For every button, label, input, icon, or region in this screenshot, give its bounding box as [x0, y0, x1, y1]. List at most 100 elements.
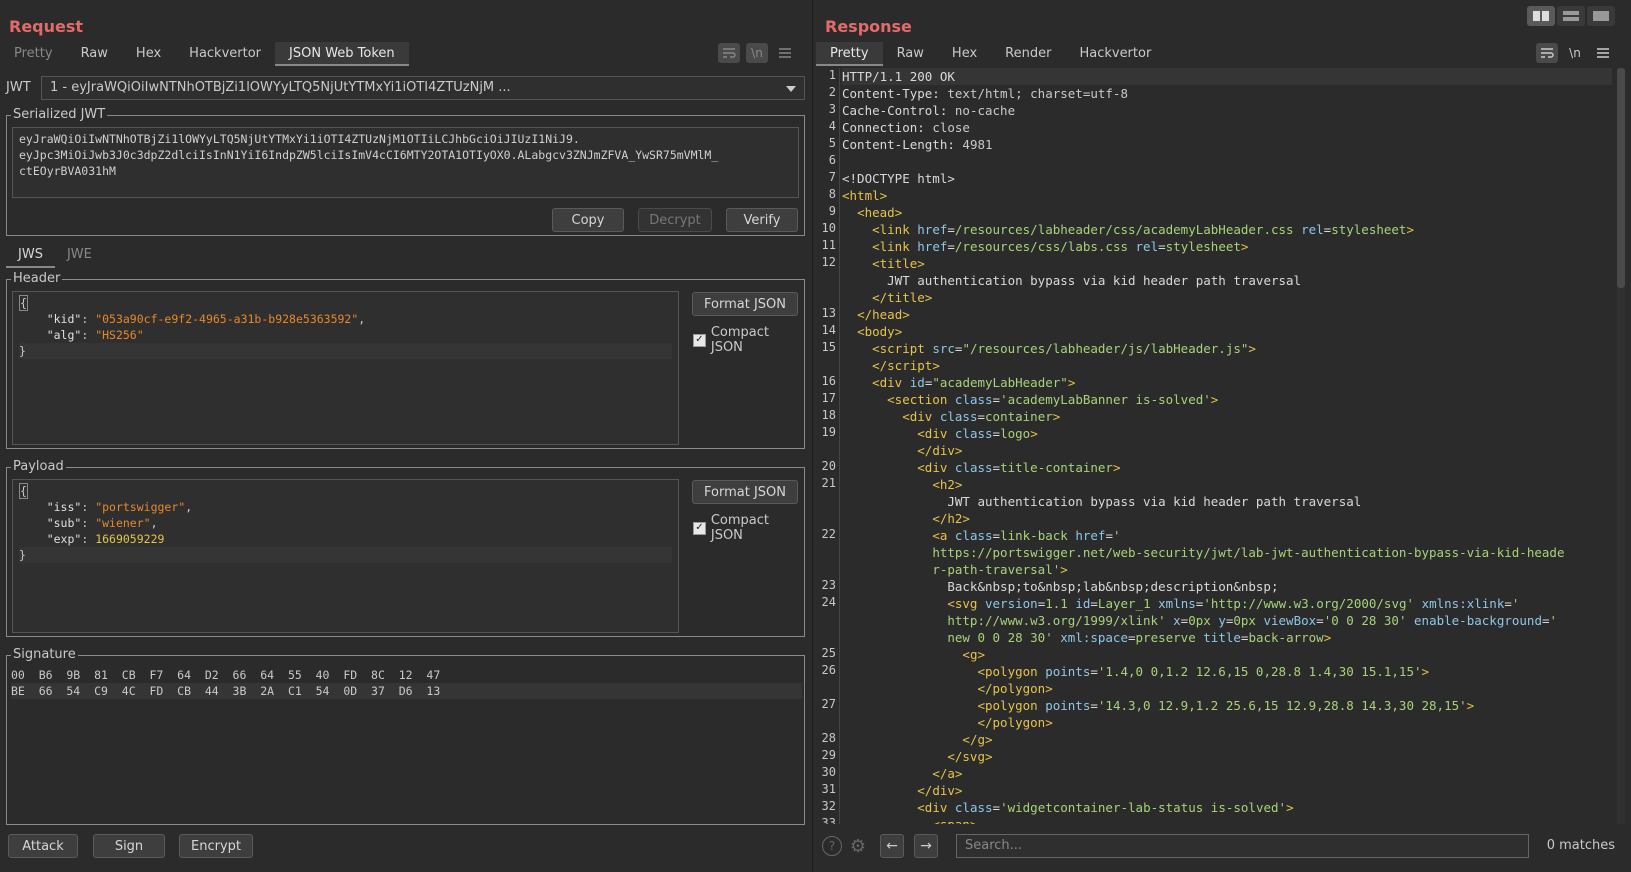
request-title: Request	[9, 17, 84, 36]
code-line: <body>	[857, 324, 903, 339]
code-line: Cache-Control: no-cache	[842, 103, 1016, 118]
compact-json-checkbox[interactable]: ✓ Compact JSON	[693, 513, 804, 543]
tab-hex[interactable]: Hex	[122, 42, 175, 66]
line-number: 13	[821, 306, 836, 320]
code-line: <svg version=1.1 id=Layer_1 xmlns='http:…	[947, 596, 1520, 611]
serialized-jwt-group: Serialized JWT eyJraWQiOiIwNTNhOTBjZi1lO…	[6, 107, 805, 236]
payload-legend: Payload	[11, 459, 66, 474]
line-number: 12	[821, 255, 836, 269]
line-number: 15	[821, 340, 836, 354]
line-number: 26	[821, 663, 836, 677]
search-input[interactable]: Search...	[956, 834, 1529, 858]
code-line: <title>	[872, 256, 925, 271]
split-horizontal-icon[interactable]	[1527, 6, 1555, 26]
format-json-button[interactable]: Format JSON	[692, 480, 798, 504]
tab-raw[interactable]: Raw	[67, 42, 122, 66]
code-line: <div id="academyLabHeader">	[872, 375, 1076, 390]
tab-jws[interactable]: JWS	[6, 245, 55, 268]
code-line: <div class=container>	[902, 409, 1061, 424]
attack-button[interactable]: Attack	[8, 834, 78, 858]
header-legend: Header	[11, 271, 63, 286]
jwt-select[interactable]: 1 - eyJraWQiOiIwNTNhOTBjZi1lOWYyLTQ5NjUt…	[41, 76, 805, 100]
line-number: 30	[821, 765, 836, 779]
vertical-scrollbar[interactable]	[1617, 68, 1625, 824]
code-line: <polygon points='1.4,0 0,1.2 12.6,15 0,2…	[977, 664, 1430, 679]
line-number: 19	[821, 425, 836, 439]
decrypt-button[interactable]: Decrypt	[638, 208, 712, 232]
response-title: Response	[825, 17, 912, 36]
code-line: <!DOCTYPE html>	[842, 171, 955, 186]
line-number: 5	[828, 136, 836, 150]
tab-raw[interactable]: Raw	[883, 42, 938, 66]
code-line: </g>	[962, 732, 993, 747]
header-editor[interactable]: { "kid": "053a90cf-e9f2-4965-a31b-b928e5…	[12, 291, 679, 445]
jwt-selector-row: JWT 1 - eyJraWQiOiIwNTNhOTBjZi1lOWYyLTQ5…	[6, 76, 805, 100]
code-line: HTTP/1.1 200 OK	[842, 68, 1612, 85]
arrow-right-icon[interactable]: →	[914, 834, 938, 858]
code-line: <g>	[962, 647, 985, 662]
line-number: 25	[821, 646, 836, 660]
payload-editor[interactable]: { "iss": "portswigger", "sub": "wiener",…	[12, 479, 679, 633]
wrap-icon[interactable]	[718, 43, 740, 63]
tab-json-web-token[interactable]: JSON Web Token	[275, 42, 409, 66]
signature-legend: Signature	[11, 647, 78, 662]
scrollbar-thumb[interactable]	[1617, 68, 1625, 288]
single-pane-icon[interactable]	[1587, 6, 1615, 26]
code-line: Content-Length: 4981	[842, 137, 993, 152]
menu-icon[interactable]	[1592, 43, 1614, 63]
json-row: "exp": 1669059229	[46, 532, 165, 546]
line-number: 33	[821, 816, 836, 824]
tab-hackvertor[interactable]: Hackvertor	[1065, 42, 1165, 66]
verify-button[interactable]: Verify	[726, 208, 798, 232]
newline-icon[interactable]: \n	[1564, 43, 1586, 63]
line-number: 2	[828, 85, 836, 99]
tab-pretty[interactable]: Pretty	[0, 42, 67, 66]
tab-hex[interactable]: Hex	[938, 42, 991, 66]
response-footer: ? ⚙ ← → Search... 0 matches	[814, 828, 1631, 864]
code-line: <section class='academyLabBanner is-solv…	[887, 392, 1219, 407]
hex-row: 00 B6 9B 81 CB F7 64 D2 66 64 55 40 FD 8…	[11, 668, 441, 682]
jwt-line: ctEOyrBVA031hM	[19, 164, 116, 178]
json-open-brace: {	[19, 295, 28, 311]
code-line: </title>	[872, 290, 933, 305]
code-line: JWT authentication bypass via kid header…	[887, 273, 1302, 288]
tab-render[interactable]: Render	[991, 42, 1065, 66]
arrow-left-icon[interactable]: ←	[880, 834, 904, 858]
serialized-jwt-textarea[interactable]: eyJraWQiOiIwNTNhOTBjZi1lOWYyLTQ5NjUtYTMx…	[12, 127, 799, 198]
menu-icon[interactable]	[774, 43, 796, 63]
code-line: Connection: close	[842, 120, 970, 135]
tab-hackvertor[interactable]: Hackvertor	[175, 42, 275, 66]
help-icon[interactable]: ?	[822, 836, 842, 856]
tab-pretty[interactable]: Pretty	[816, 42, 883, 66]
code-line: <span>	[842, 816, 977, 824]
signature-hex[interactable]: 00 B6 9B 81 CB F7 64 D2 66 64 55 40 FD 8…	[11, 667, 802, 699]
response-editor[interactable]: 1 2 3 4 5 6 7 8 9 10 11 12 13 14 15 16 1…	[814, 68, 1631, 824]
line-number: 27	[821, 697, 836, 711]
signature-group: Signature 00 B6 9B 81 CB F7 64 D2 66 64 …	[6, 647, 805, 825]
format-json-button[interactable]: Format JSON	[692, 292, 798, 316]
wrap-icon[interactable]	[1536, 43, 1558, 63]
line-number: 29	[821, 748, 836, 762]
code-line: new 0 0 28 30' xml:space=preserve title=…	[947, 630, 1332, 645]
line-number: 21	[821, 476, 836, 490]
sign-button[interactable]: Sign	[93, 834, 165, 858]
line-gutter: 1 2 3 4 5 6 7 8 9 10 11 12 13 14 15 16 1…	[814, 68, 840, 824]
split-vertical-icon[interactable]	[1557, 6, 1585, 26]
header-group: Header { "kid": "053a90cf-e9f2-4965-a31b…	[6, 271, 805, 449]
newline-icon[interactable]: \n	[746, 43, 768, 63]
gear-icon[interactable]: ⚙	[848, 836, 868, 857]
code-line: http://www.w3.org/1999/xlink' x=0px y=0p…	[947, 613, 1558, 628]
encrypt-button[interactable]: Encrypt	[179, 834, 253, 858]
json-close-brace: }	[19, 343, 672, 359]
line-number: 1	[828, 68, 836, 82]
tab-jwe[interactable]: JWE	[55, 245, 104, 268]
copy-button[interactable]: Copy	[552, 208, 624, 232]
code-line: <div class='widgetcontainer-lab-status i…	[917, 800, 1294, 815]
compact-json-checkbox[interactable]: ✓ Compact JSON	[693, 325, 804, 355]
line-number: 8	[828, 187, 836, 201]
jwt-select-value: 1 - eyJraWQiOiIwNTNhOTBjZi1lOWYyLTQ5NjUt…	[50, 80, 511, 95]
request-pane: Request Pretty Raw Hex Hackvertor JSON W…	[0, 0, 813, 872]
response-pane: Response Pretty Raw Hex Render Hackverto…	[814, 0, 1631, 872]
layout-toggle	[1527, 6, 1615, 26]
code-line: r-path-traversal'>	[932, 562, 1068, 577]
